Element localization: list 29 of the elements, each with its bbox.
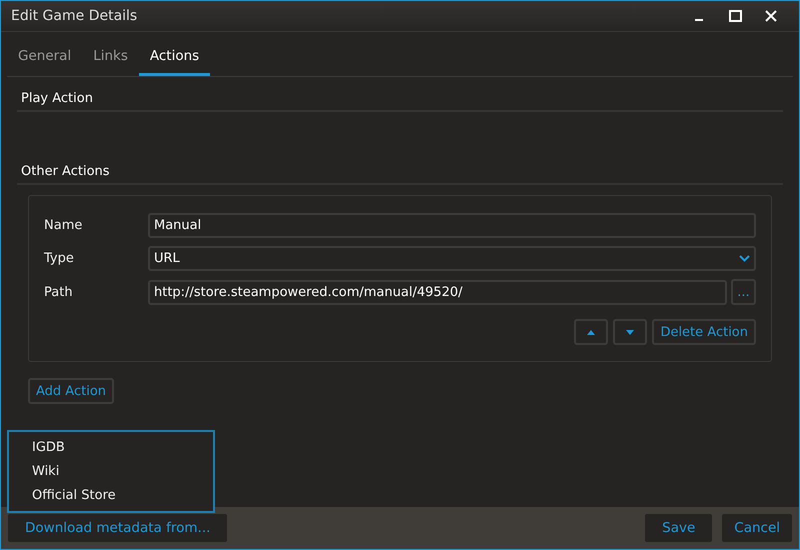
menu-item[interactable]: Official Store [9,483,213,508]
move-down-button[interactable] [613,319,648,345]
maximize-icon [728,10,742,22]
triangle-down-icon [626,330,634,334]
menu-item[interactable]: Wiki [9,460,213,484]
close-icon [765,10,777,22]
cancel-button[interactable]: Cancel [722,514,792,542]
menu-item[interactable]: IGDB [9,436,213,460]
triangle-up-icon [587,330,596,334]
input-field[interactable]: Manual [148,213,756,238]
tab[interactable]: Actions [138,38,210,76]
browse-button[interactable]: ... [731,279,756,305]
chevron-down-icon [739,255,750,262]
download-metadata-button[interactable]: Download metadata from... [8,514,228,542]
save-button[interactable]: Save [645,514,712,542]
minimize-icon [695,19,703,21]
delete-action-button[interactable]: Delete Action [652,319,756,345]
move-up-button[interactable] [574,319,608,345]
tab[interactable]: Links [82,38,139,76]
dropdown[interactable]: URL [148,246,756,271]
field-label: Path [44,284,74,300]
field-label: Type [44,251,75,266]
tab[interactable]: General [7,38,82,76]
section-heading: Other Actions [21,164,110,179]
field-label: Name [44,218,84,233]
section-heading: Play Action [21,91,93,106]
input-field[interactable]: http://store.steampowered.com/manual/49520/ [148,280,727,304]
window-title: Edit Game Details [11,8,138,24]
add-action-button[interactable]: Add Action [28,378,114,404]
